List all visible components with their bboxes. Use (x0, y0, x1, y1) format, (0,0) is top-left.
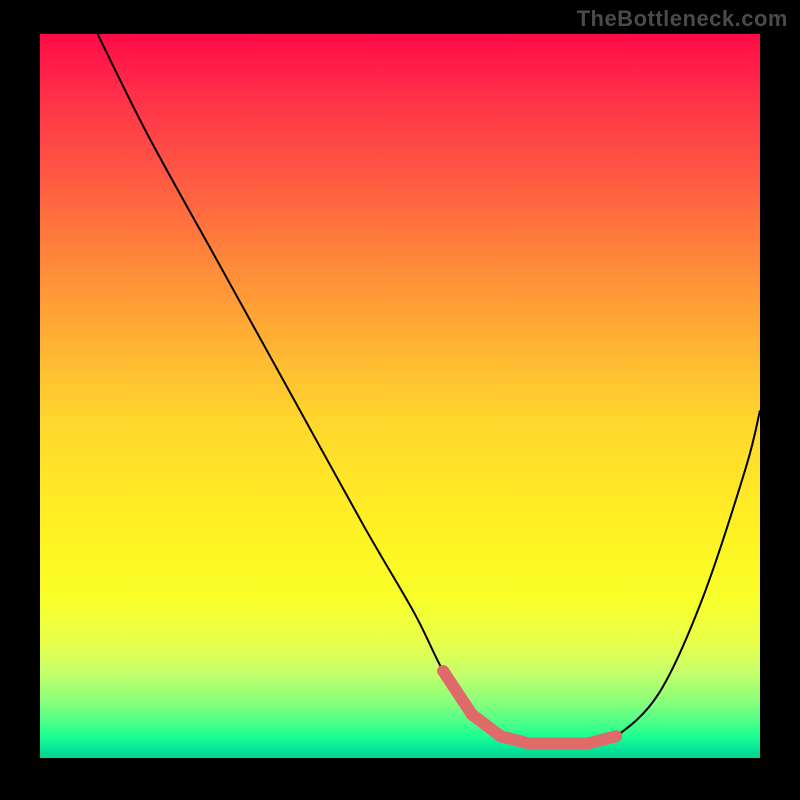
watermark-text: TheBottleneck.com (577, 6, 788, 32)
bottleneck-curve (40, 34, 760, 758)
curve-highlight (437, 665, 622, 743)
chart-frame: TheBottleneck.com (0, 0, 800, 800)
plot-area (40, 34, 760, 758)
curve-line (98, 34, 760, 744)
